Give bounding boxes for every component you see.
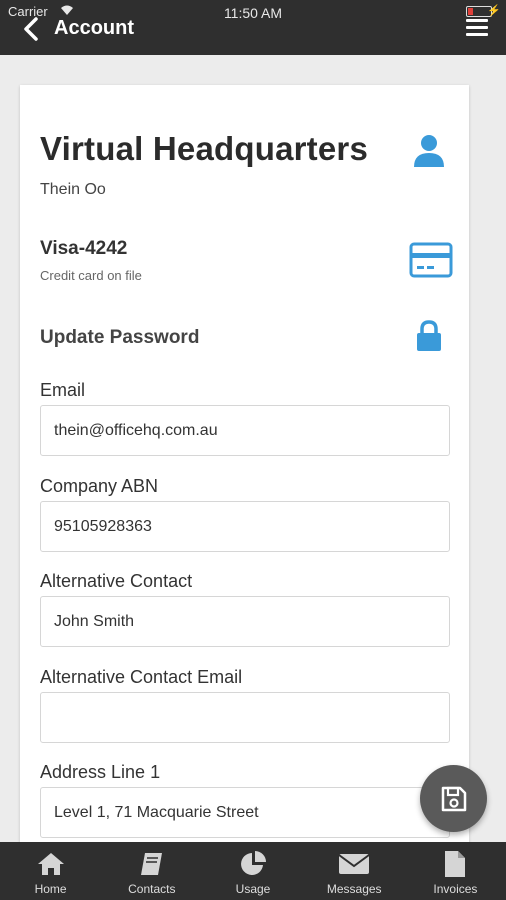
alternative-contact-label: Alternative Contact xyxy=(40,571,193,591)
book-icon xyxy=(138,850,166,878)
user-icon[interactable] xyxy=(412,133,446,169)
user-name: Thein Oo xyxy=(40,181,106,198)
update-password-link[interactable]: Update Password xyxy=(40,327,199,349)
alternative-contact-email-field[interactable] xyxy=(40,692,450,743)
hamburger-menu-icon[interactable] xyxy=(466,16,488,38)
credit-card-subtitle: Credit card on file xyxy=(40,268,142,283)
document-icon xyxy=(443,850,467,878)
account-card: Virtual Headquarters Thein Oo Visa-4242 … xyxy=(20,85,469,845)
home-icon xyxy=(36,850,66,878)
charging-icon: ⚡ xyxy=(487,5,501,17)
alternative-contact-email-label: Alternative Contact Email xyxy=(40,667,243,687)
pie-chart-icon xyxy=(238,850,268,878)
tab-messages[interactable]: Messages xyxy=(304,842,405,900)
company-abn-field[interactable] xyxy=(40,501,450,552)
address-line-1-label: Address Line 1 xyxy=(40,762,161,782)
tab-invoices[interactable]: Invoices xyxy=(405,842,506,900)
chevron-left-icon[interactable] xyxy=(16,16,46,42)
tab-label: Invoices xyxy=(433,882,478,896)
tab-label: Usage xyxy=(235,882,271,896)
tab-home[interactable]: Home xyxy=(0,842,101,900)
credit-card-icon[interactable] xyxy=(409,242,453,278)
email-label: Email xyxy=(40,380,86,400)
address-line-1-field[interactable] xyxy=(40,787,450,838)
app-header: Carrier 11:50 AM ⚡ Account xyxy=(0,0,506,55)
lock-icon[interactable] xyxy=(414,319,444,353)
tab-label: Messages xyxy=(326,882,382,896)
floppy-disk-icon xyxy=(441,786,466,811)
page-title: Account xyxy=(54,17,134,39)
company-abn-label: Company ABN xyxy=(40,476,159,496)
tab-usage[interactable]: Usage xyxy=(202,842,303,900)
tab-label: Home xyxy=(34,882,67,896)
alternative-contact-field[interactable] xyxy=(40,596,450,647)
tab-contacts[interactable]: Contacts xyxy=(101,842,202,900)
credit-card-label: Visa-4242 xyxy=(40,238,128,259)
tab-label: Contacts xyxy=(128,882,176,896)
company-name: Virtual Headquarters xyxy=(40,130,369,167)
email-field[interactable] xyxy=(40,405,450,456)
bottom-tab-bar: Home Contacts Usage Messages Invoices xyxy=(0,842,506,900)
envelope-icon xyxy=(338,850,370,878)
save-button[interactable] xyxy=(420,765,487,832)
